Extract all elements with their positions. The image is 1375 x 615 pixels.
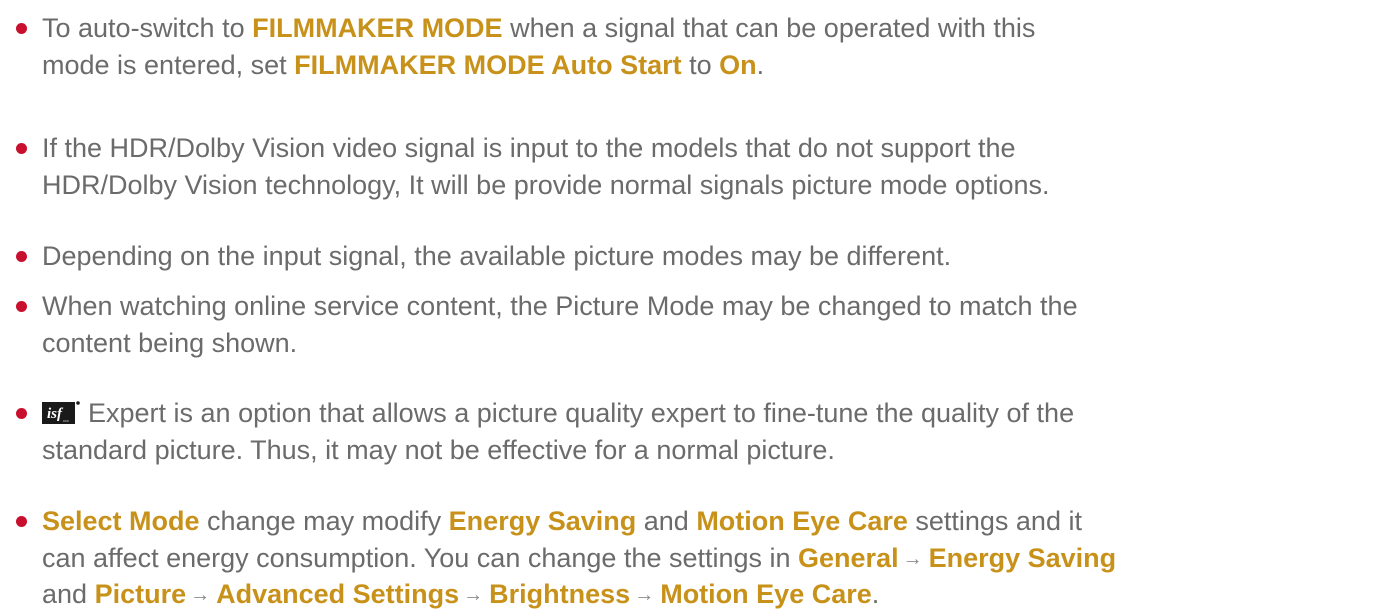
menu-path-term: On (719, 49, 757, 80)
note-line: content being shown. (42, 325, 297, 361)
note-line: can affect energy consumption. You can c… (42, 540, 1116, 579)
note-text: . (756, 49, 765, 80)
arrow-right-icon: → (902, 547, 923, 570)
note-text: . (871, 579, 880, 609)
menu-path-term: Motion Eye Care (696, 506, 908, 536)
note-text: change may modify (199, 506, 449, 536)
bullet-dot-icon (16, 251, 27, 262)
menu-path-term: Brightness (489, 579, 631, 609)
menu-path-term: Picture (94, 579, 187, 609)
note-line: standard picture. Thus, it may not be ef… (42, 432, 835, 468)
note-line: If the HDR/Dolby Vision video signal is … (42, 130, 1016, 166)
note-line: To auto-switch to FILMMAKER MODE when a … (42, 10, 1035, 46)
note-line: When watching online service content, th… (42, 288, 1078, 324)
note-text: and (636, 506, 697, 536)
note-text: standard picture. Thus, it may not be ef… (42, 434, 835, 465)
isf-logo-icon: isf ccc (42, 399, 80, 425)
note-text: To auto-switch to (42, 13, 253, 43)
menu-path-term: Advanced Settings (216, 579, 460, 609)
note-text: when a signal that can be operated with … (502, 13, 1036, 43)
note-text: If the HDR/Dolby Vision video signal is … (42, 133, 1016, 163)
arrow-right-icon: → (463, 584, 484, 606)
note-line: and Picture → Advanced Settings → Brightness… (42, 576, 879, 615)
bullet-dot-icon (16, 408, 27, 419)
svg-text:ccc: ccc (63, 418, 69, 423)
bullet-dot-icon (16, 516, 27, 527)
menu-path-term: Energy Saving (928, 542, 1117, 573)
note-text: When watching online service content, th… (42, 291, 1078, 321)
note-text: Expert is an option that allows a pictur… (88, 398, 1075, 428)
note-line: Depending on the input signal, the avail… (42, 238, 951, 274)
note-line: isf ccc Expert is an option that allows a … (42, 395, 1074, 431)
menu-path-term: Select Mode (42, 506, 200, 536)
bullet-dot-icon (16, 301, 27, 312)
menu-path-term: General (798, 542, 899, 573)
note-text: Depending on the input signal, the avail… (42, 241, 952, 271)
note-text: settings and it (907, 506, 1082, 536)
arrow-right-icon: → (634, 584, 655, 606)
note-text: HDR/Dolby Vision technology, It will be … (42, 169, 1050, 200)
note-line: Select Mode change may modify Energy Sav… (42, 503, 1082, 539)
menu-path-term: Motion Eye Care (660, 579, 872, 609)
note-line: mode is entered, set FILMMAKER MODE Auto… (42, 47, 764, 83)
note-text: to (681, 49, 720, 80)
note-text: content being shown. (42, 327, 298, 358)
note-text: mode is entered, set (42, 49, 295, 80)
note-text: can affect energy consumption. You can c… (42, 542, 799, 573)
menu-path-term: FILMMAKER MODE Auto Start (294, 49, 682, 80)
arrow-right-icon: → (190, 584, 211, 606)
svg-text:isf: isf (47, 406, 64, 422)
bullet-dot-icon (16, 23, 27, 34)
note-line: HDR/Dolby Vision technology, It will be … (42, 167, 1050, 203)
menu-path-term: FILMMAKER MODE (252, 13, 503, 43)
bullet-dot-icon (16, 143, 27, 154)
menu-path-term: Energy Saving (448, 506, 637, 536)
note-text: and (42, 579, 95, 609)
